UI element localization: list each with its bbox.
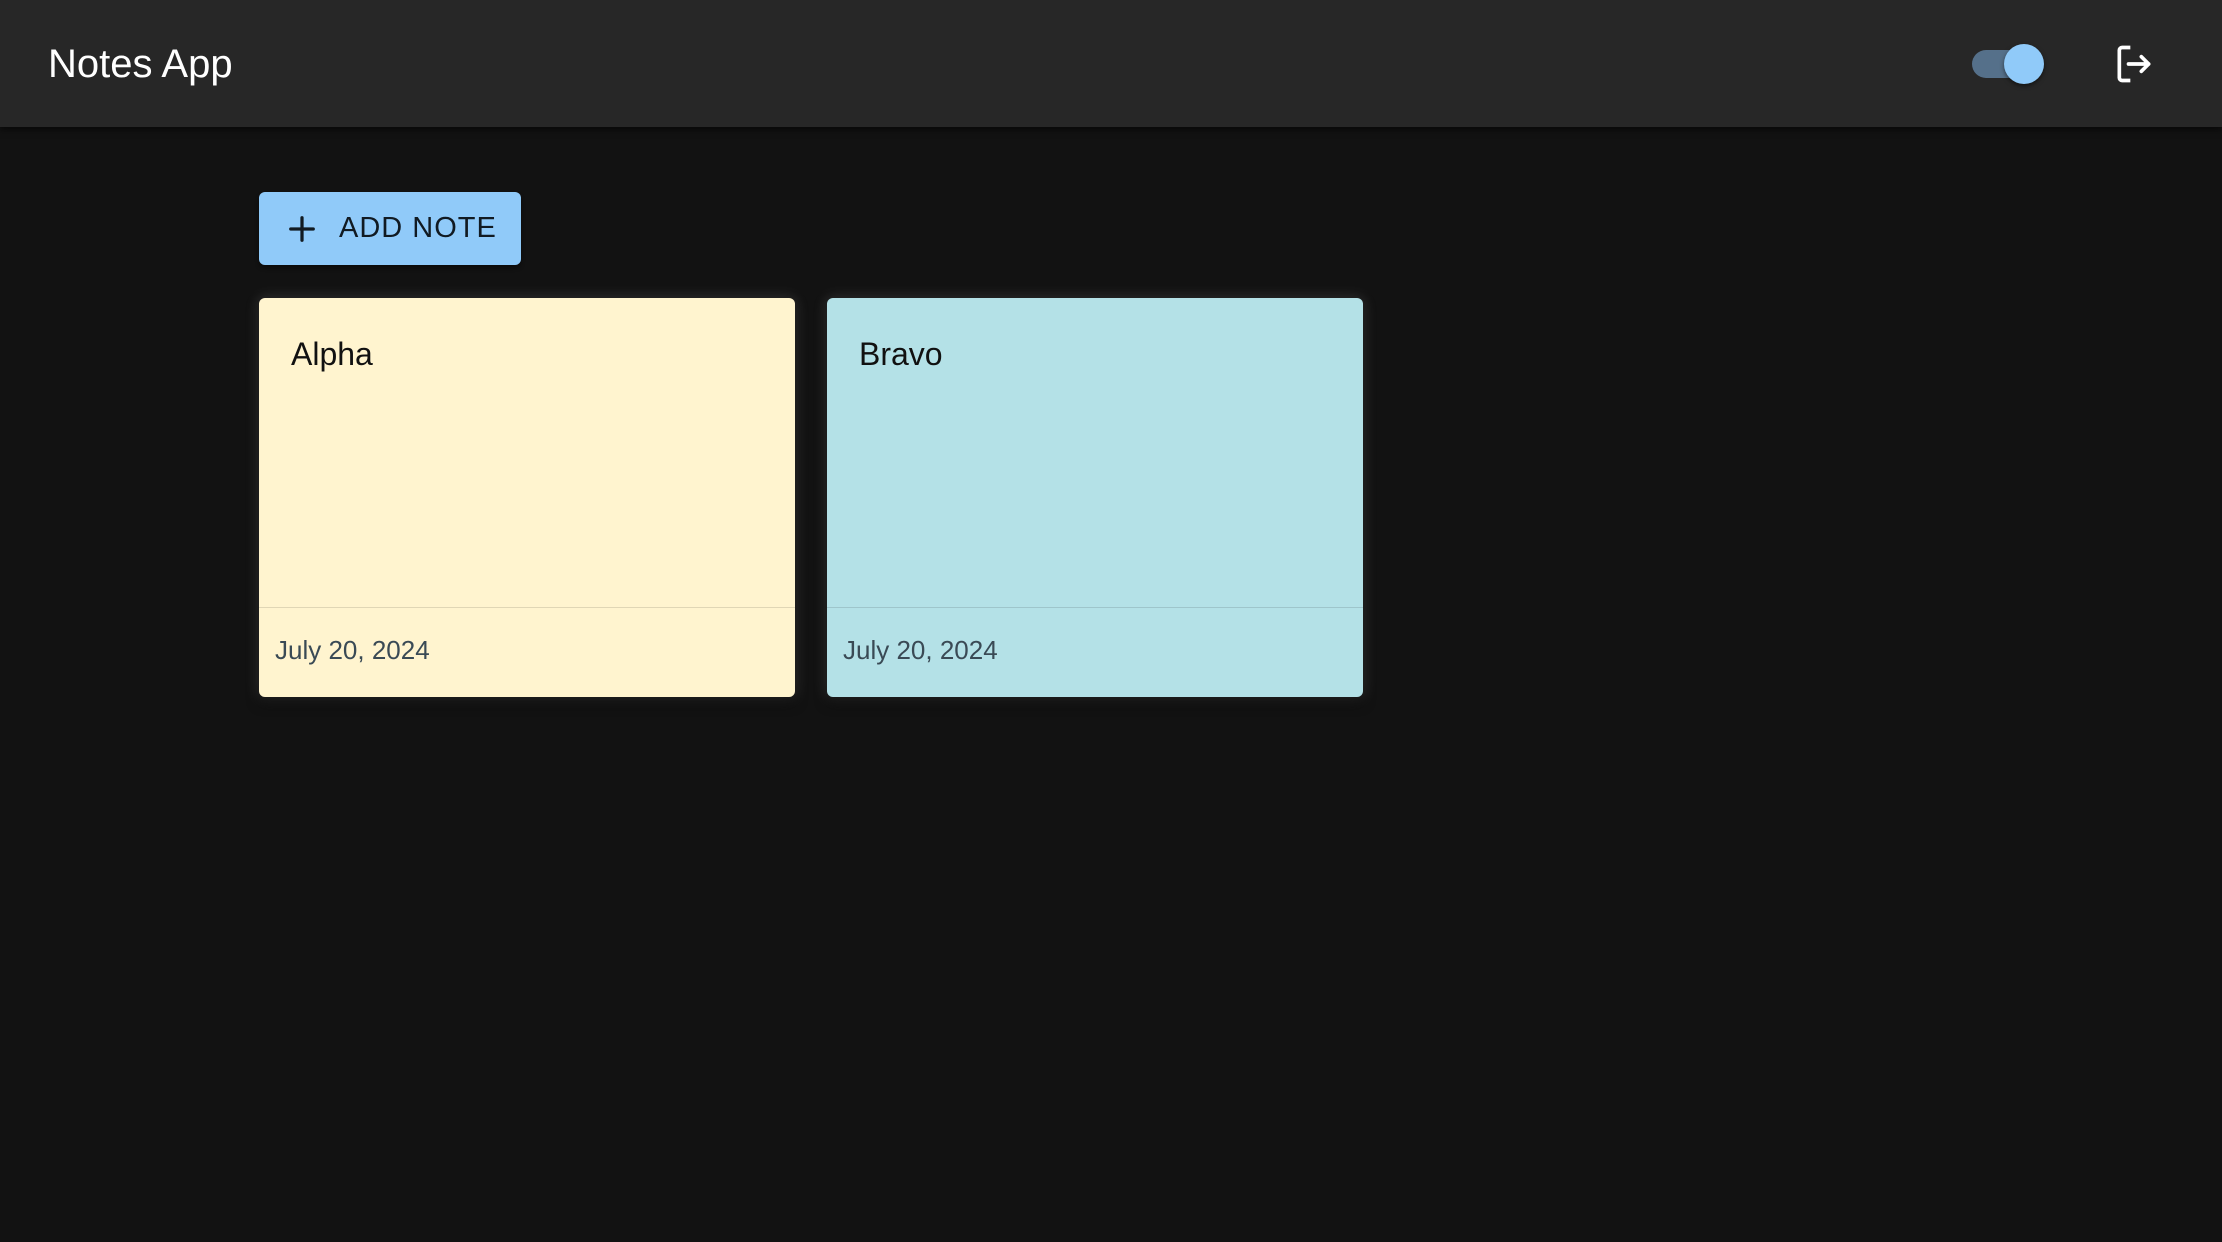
note-date: July 20, 2024 [843,635,998,665]
note-divider [259,607,795,608]
note-card-alpha[interactable]: Alpha July 20, 2024 [259,298,795,697]
note-card-bravo[interactable]: Bravo July 20, 2024 [827,298,1363,697]
add-note-label: ADD NOTE [339,212,497,244]
app-title: Notes App [48,42,233,86]
plus-icon [287,214,317,244]
add-note-button[interactable]: ADD NOTE [259,192,521,265]
note-title: Bravo [859,336,943,372]
toggle-thumb [2004,44,2044,84]
logout-icon [2117,45,2151,83]
theme-toggle[interactable] [1968,42,2048,86]
app-bar: Notes App [0,0,2222,127]
note-divider [827,607,1363,608]
note-title: Alpha [291,336,373,372]
logout-button[interactable] [2108,38,2160,90]
note-date: July 20, 2024 [275,635,430,665]
